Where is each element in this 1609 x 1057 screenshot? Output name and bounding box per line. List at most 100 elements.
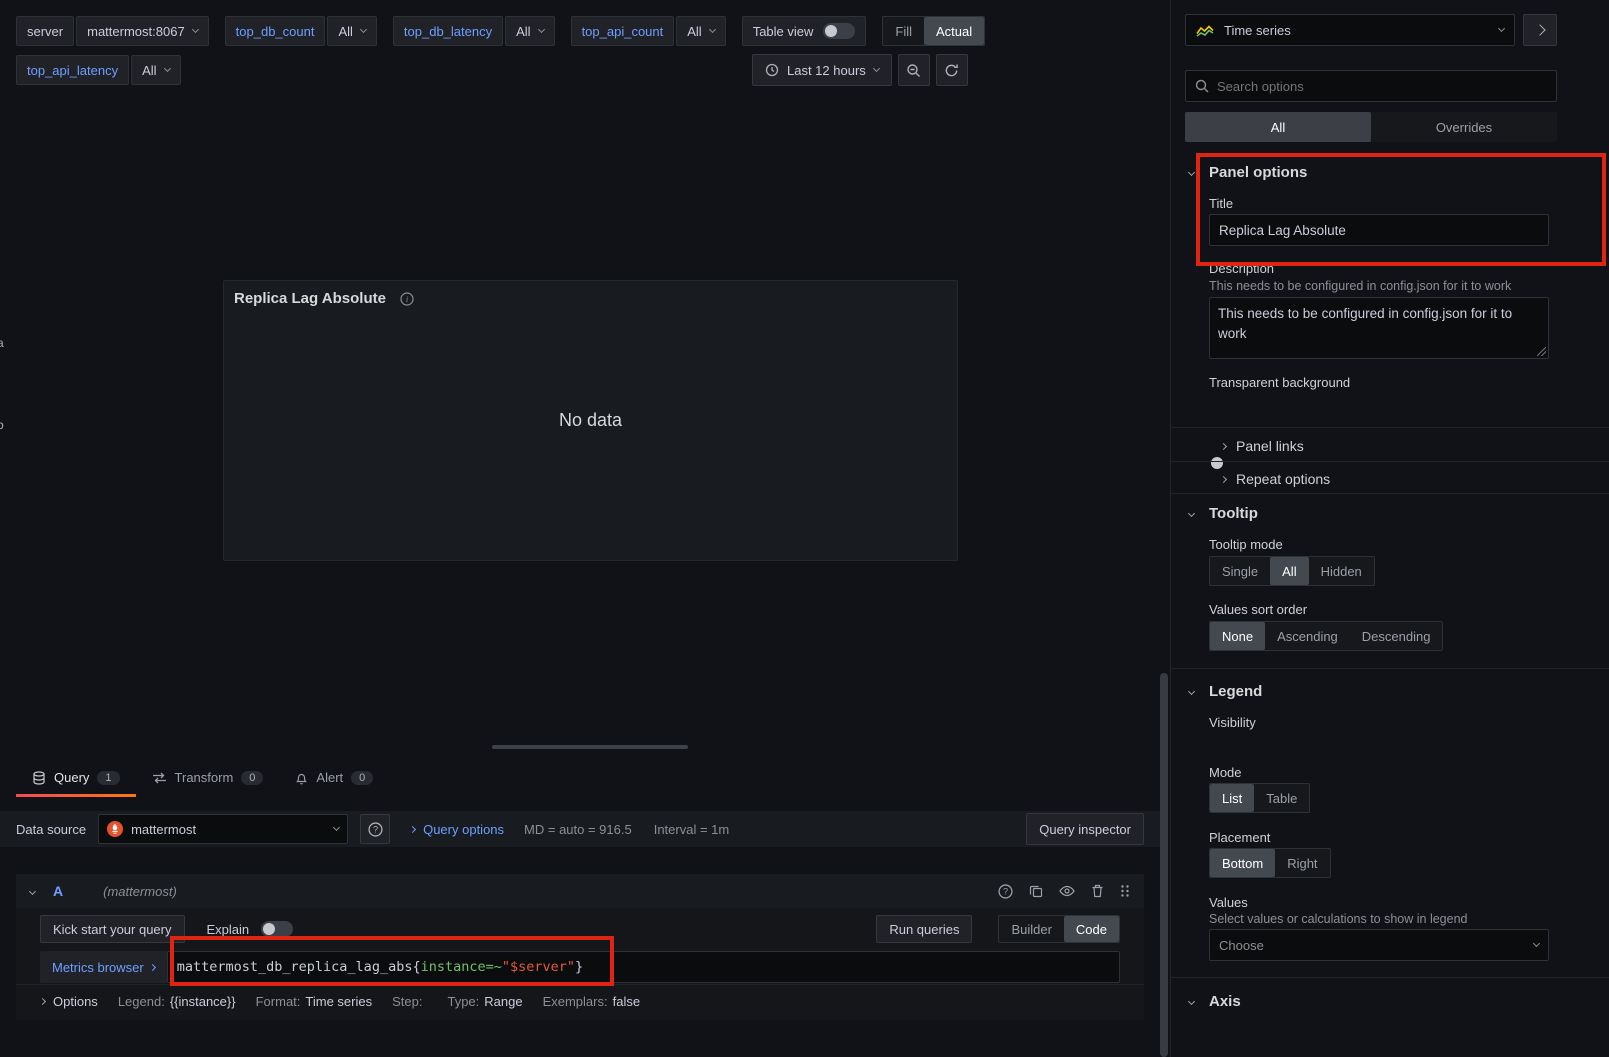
tab-transform[interactable]: Transform 0: [136, 762, 280, 797]
collapse-query-row-icon[interactable]: [29, 887, 36, 894]
panel-size-mode-group: Fill Actual: [882, 16, 985, 46]
collapse-section-icon[interactable]: [1188, 998, 1195, 1005]
summary-type: Type:Range: [447, 994, 522, 1009]
drag-handle-icon[interactable]: [1120, 884, 1130, 898]
refresh-button[interactable]: [936, 54, 968, 86]
help-circle-icon[interactable]: ?: [998, 884, 1013, 899]
summary-step: Step:: [392, 994, 427, 1009]
time-series-chart-icon: [1196, 23, 1214, 37]
hide-query-eye-icon[interactable]: [1059, 885, 1075, 897]
description-field-label: Description: [1209, 261, 1274, 276]
bell-icon: [295, 771, 308, 785]
title-field-label: Title: [1209, 196, 1233, 211]
tooltip-mode-label: Tooltip mode: [1209, 537, 1283, 552]
query-options-toggle[interactable]: Query options: [410, 822, 504, 837]
filter-tab-overrides[interactable]: Overrides: [1371, 112, 1557, 142]
datasource-help-button[interactable]: ?: [360, 814, 390, 844]
tooltip-mode-single[interactable]: Single: [1210, 557, 1270, 585]
filter-tab-all[interactable]: All: [1185, 112, 1371, 142]
values-sort-order-group: None Ascending Descending: [1209, 621, 1443, 651]
query-datasource-hint: (mattermost): [103, 884, 177, 899]
panel-resize-handle[interactable]: [492, 745, 688, 749]
axis-section-header[interactable]: Axis: [1209, 993, 1241, 1010]
panel-description-textarea[interactable]: This needs to be configured in config.js…: [1209, 297, 1549, 359]
chevron-down-icon: [873, 65, 880, 72]
query-editor-row: A (mattermost) ? Kick start your query E…: [16, 874, 1144, 1020]
variable-server: server mattermost:8067: [16, 16, 209, 46]
placement-right[interactable]: Right: [1275, 849, 1329, 877]
variable-label-top-api-latency[interactable]: top_api_latency: [16, 55, 129, 85]
panel-title-input[interactable]: [1209, 214, 1549, 246]
sort-descending[interactable]: Descending: [1350, 622, 1443, 650]
time-range-picker[interactable]: Last 12 hours: [752, 54, 892, 86]
main-scrollbar-thumb[interactable]: [1160, 673, 1168, 1057]
options-filter-tabs: All Overrides: [1185, 112, 1557, 142]
query-row-actions: ?: [998, 884, 1130, 899]
query-row-header[interactable]: A (mattermost) ?: [16, 874, 1144, 908]
collapse-section-icon[interactable]: [1188, 510, 1195, 517]
panel-links-section[interactable]: Panel links: [1221, 433, 1304, 459]
expr-label-name: instance: [421, 959, 486, 975]
fill-mode-option[interactable]: Fill: [883, 17, 924, 45]
tooltip-section-header[interactable]: Tooltip: [1209, 505, 1258, 522]
panel-options-header[interactable]: Panel options: [1209, 164, 1307, 181]
variable-label-top-db-latency[interactable]: top_db_latency: [393, 16, 503, 46]
prometheus-datasource-icon: [107, 821, 123, 837]
explain-toggle[interactable]: [261, 921, 293, 937]
time-zoom-out-button[interactable]: [898, 54, 930, 86]
kick-start-query-button[interactable]: Kick start your query: [40, 915, 185, 943]
sort-none[interactable]: None: [1210, 622, 1265, 650]
summary-legend: Legend:{{instance}}: [118, 994, 236, 1009]
legend-mode-list[interactable]: List: [1210, 784, 1254, 812]
tab-alert[interactable]: Alert 0: [279, 762, 389, 797]
datasource-picker[interactable]: mattermost: [98, 814, 348, 844]
legend-mode-table[interactable]: Table: [1254, 784, 1309, 812]
run-queries-button[interactable]: Run queries: [876, 915, 972, 943]
datasource-label: Data source: [16, 822, 86, 837]
placement-bottom[interactable]: Bottom: [1210, 849, 1275, 877]
code-mode-option[interactable]: Code: [1064, 916, 1119, 942]
duplicate-query-icon[interactable]: [1029, 884, 1043, 898]
tab-query[interactable]: Query 1: [16, 762, 136, 797]
variable-value-top-api-latency[interactable]: All: [131, 55, 180, 85]
legend-values-select[interactable]: Choose: [1209, 929, 1549, 961]
variable-value-top-db-latency[interactable]: All: [505, 16, 554, 46]
tooltip-mode-all[interactable]: All: [1270, 557, 1308, 585]
collapse-options-pane-button[interactable]: [1523, 14, 1557, 46]
query-count-badge: 1: [97, 771, 119, 785]
variable-value-top-db-count[interactable]: All: [327, 16, 376, 46]
repeat-options-section[interactable]: Repeat options: [1221, 466, 1330, 492]
table-view-toggle[interactable]: [823, 23, 855, 39]
delete-query-trash-icon[interactable]: [1091, 884, 1104, 898]
query-inspector-button[interactable]: Query inspector: [1026, 813, 1144, 845]
variable-value-server[interactable]: mattermost:8067: [76, 16, 209, 46]
promql-expression-input[interactable]: mattermost_db_replica_lag_abs{instance=~…: [167, 951, 1120, 983]
variable-value-top-api-count[interactable]: All: [676, 16, 725, 46]
builder-mode-option[interactable]: Builder: [999, 916, 1063, 942]
variable-top-db-count: top_db_count All: [225, 16, 377, 46]
legend-section-header[interactable]: Legend: [1209, 683, 1262, 700]
query-ref-id: A: [53, 883, 63, 899]
visualization-picker[interactable]: Time series: [1185, 14, 1515, 46]
dashboard-variables-row-2: top_api_latency All: [16, 55, 181, 85]
refresh-icon: [944, 63, 959, 78]
tooltip-mode-hidden[interactable]: Hidden: [1309, 557, 1374, 585]
collapse-section-icon[interactable]: [1188, 169, 1195, 176]
sort-ascending[interactable]: Ascending: [1265, 622, 1350, 650]
table-view-toggle-group: Table view: [742, 16, 867, 46]
actual-mode-option[interactable]: Actual: [924, 17, 984, 45]
panel-preview: Replica Lag Absolute i No data: [223, 280, 958, 561]
variable-label-top-api-count[interactable]: top_api_count: [571, 16, 675, 46]
transparent-background-label: Transparent background: [1209, 375, 1350, 390]
collapse-section-icon[interactable]: [1188, 688, 1195, 695]
max-data-points-summary: MD = auto = 916.5: [524, 822, 632, 837]
search-options-input[interactable]: [1217, 79, 1547, 94]
query-options-expand[interactable]: Options: [40, 994, 98, 1009]
variable-label-top-db-count[interactable]: top_db_count: [225, 16, 326, 46]
chevron-down-icon: [192, 26, 199, 33]
metrics-browser-button[interactable]: Metrics browser: [40, 951, 167, 983]
chevron-right-icon: [1220, 475, 1227, 482]
variable-top-api-count: top_api_count All: [571, 16, 726, 46]
expr-operator: =~: [486, 959, 502, 975]
chevron-right-icon: [149, 963, 156, 970]
